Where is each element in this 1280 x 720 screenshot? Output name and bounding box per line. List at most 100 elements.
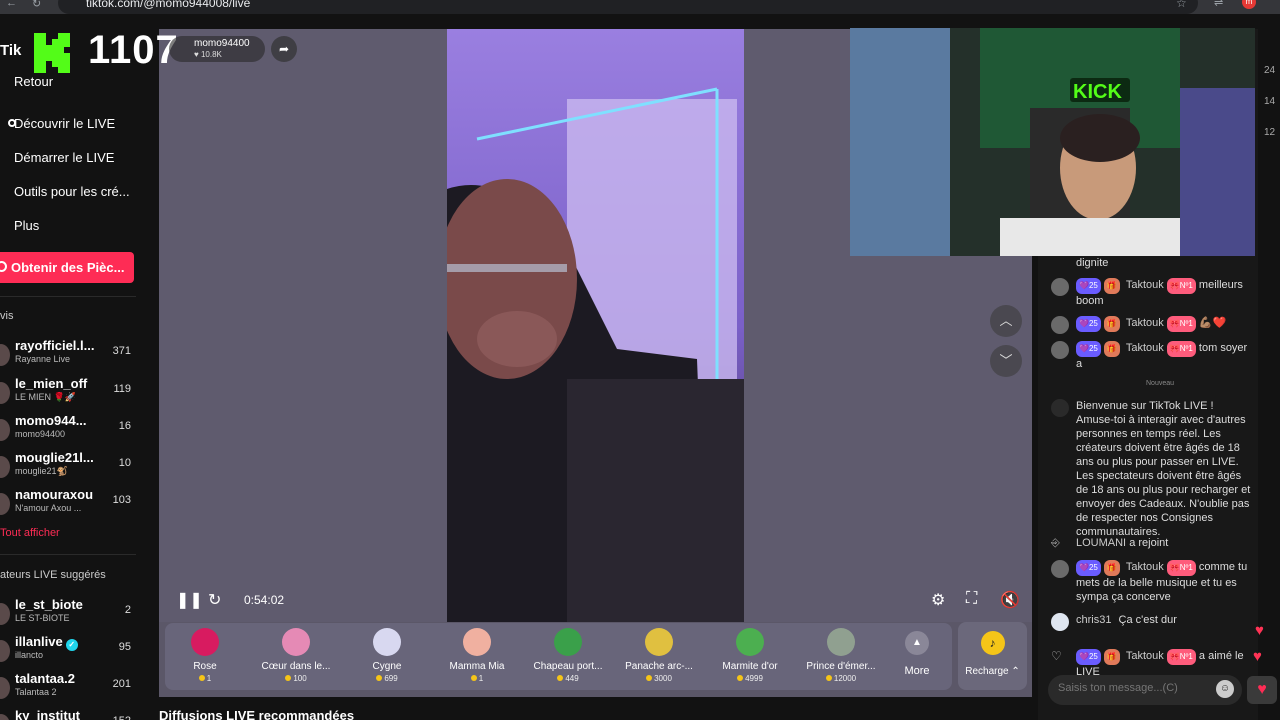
account-name: illanlive ✓ [15,634,78,651]
suggested-account[interactable]: illanlive ✓ illancto 95 [0,634,136,670]
avatar[interactable] [1051,341,1069,359]
followed-account[interactable]: le_mien_off LE MIEN 🌹🚀 119 [0,376,136,412]
reload-icon[interactable]: ↻ [32,0,41,10]
coin-icon: ♪ [980,631,1005,655]
account-nickname: LE ST-BIOTE [15,613,70,623]
gift-item[interactable]: Mamma Mia 1 [433,628,521,683]
show-all-link[interactable]: Tout afficher [0,527,60,539]
gift-item[interactable]: Cœur dans le... 100 [252,628,340,683]
avatar[interactable] [1051,560,1069,578]
suggested-account[interactable]: le_st_biote LE ST-BIOTE 2 [0,597,136,633]
gift-price: 1 [161,674,249,683]
chevron-up-icon: ︿ [999,313,1013,328]
gift-item[interactable]: Chapeau port... 449 [524,628,612,683]
new-messages-divider: Nouveau [1146,380,1175,387]
extension-icon[interactable]: ⇌ [1214,0,1223,9]
avatar[interactable] [1051,316,1069,334]
more-gifts-button[interactable]: ▲ More [902,631,932,677]
gift-item[interactable]: Prince d'émer... 12000 [797,628,885,683]
avatar [0,456,10,478]
followed-account[interactable]: rayofficiel.l... Rayanne Live 371 [0,338,136,374]
side-number: 14 [1264,96,1276,107]
nav-more[interactable]: Plus [14,218,39,233]
nav-retour[interactable]: Retour [14,74,53,89]
host-likes: ♥ 10.8K [194,50,222,59]
heart-icon: ♥ [1257,681,1267,698]
live-icon [8,119,16,127]
chat-username[interactable]: Taktouk [1126,317,1164,329]
floating-heart-icon: ♥ [1253,648,1262,665]
nav-creator-tools[interactable]: Outils pour les cré... [14,184,130,199]
welcome-message: Bienvenue sur TikTok LIVE ! Amuse-toi à … [1051,399,1251,539]
coin-icon [285,675,292,681]
tiktok-logo[interactable]: Tik [0,42,21,59]
share-icon: ➦ [278,42,290,56]
fullscreen-icon[interactable]: ⛶ [966,590,977,608]
divider [0,296,136,297]
url-text[interactable]: tiktok.com/@momo944008/live [86,0,250,10]
pause-icon[interactable]: ❚❚ [176,590,203,610]
gift-item[interactable]: Cygne 699 [343,628,431,683]
chat-username[interactable]: Taktouk [1126,342,1164,354]
gift-item[interactable]: Marmite d'or 4999 [706,628,794,683]
mute-icon[interactable]: 🔇 [1000,590,1020,610]
chat-username[interactable]: LOUMANI [1076,537,1126,549]
share-button[interactable]: ➦ [271,36,297,62]
chat-message[interactable]: 💜25 🎁 Taktouk 🎀Nº1 tom soyer a [1051,341,1251,371]
chat-username[interactable]: Taktouk [1126,279,1164,291]
followed-account[interactable]: mouglie21l... mouglie21🐒 10 [0,450,136,486]
bookmark-star-icon[interactable]: ☆ [1176,0,1187,10]
recharge-button[interactable]: ♪ Recharge ⌃ [958,622,1027,690]
viewer-count: 201 [112,678,131,690]
coin-icon [0,261,7,272]
chat-message[interactable]: 💜25 🎁 Taktouk 🎀Nº1 meilleurs boom [1051,278,1251,308]
avatar[interactable] [1051,278,1069,296]
followed-account[interactable]: namouraxou N'amour Axou ... 103 [0,487,136,523]
refresh-icon[interactable]: ↻ [208,590,221,610]
like-heart-button[interactable]: ♥ [1247,676,1277,704]
nav-discover-live[interactable]: Découvrir le LIVE [8,116,115,131]
settings-icon[interactable]: ⚙ [931,590,945,610]
chat-username[interactable]: chris31 [1076,614,1111,626]
host-name[interactable]: momo94400 [194,38,250,49]
gift-item[interactable]: Rose 1 [161,628,249,683]
gift-price: 3000 [615,674,703,683]
chat-message[interactable]: chris31 Ça c'est dur [1051,613,1251,631]
level-badge: 💜25 [1076,278,1101,294]
avatar [0,677,10,699]
account-name: momo944... [15,413,87,428]
tiktok-icon [1051,399,1069,417]
chat-input-box[interactable] [1048,675,1242,705]
gift-price-value: 12000 [833,674,857,683]
back-arrow-icon[interactable]: ← [6,0,17,9]
chat-message[interactable]: 💜25 🎁 Taktouk 🎀Nº1 💪🏽❤️ [1051,316,1251,334]
chat-text: dignite [1076,257,1109,269]
get-coins-button[interactable]: Obtenir des Pièc... [0,252,134,283]
account-nickname: Talantaa 2 [15,687,57,697]
previous-live-button[interactable]: ︿ [990,305,1022,337]
emoji-icon[interactable]: ☺ [1216,680,1234,698]
profile-avatar[interactable]: m [1242,0,1256,9]
chat-username[interactable]: Taktouk [1126,650,1164,662]
nav-start-live[interactable]: Démarrer le LIVE [14,150,114,165]
sidebar: Tik Retour Découvrir le LIVE Démarrer le… [0,14,158,720]
chat-input[interactable] [1058,682,1208,694]
chat-message[interactable]: 💜25 🎁 Taktouk 🎀Nº1 comme tu mets de la bell… [1051,560,1251,604]
webcam-feed: KICK [850,28,1255,256]
avatar[interactable] [1051,613,1069,631]
gift-icon [191,628,219,656]
live-video-frame[interactable] [447,29,744,622]
followed-account[interactable]: momo944... momo94400 16 [0,413,136,449]
coin-icon [646,675,653,681]
account-name: le_mien_off [15,376,88,391]
next-live-button[interactable]: ﹀ [990,345,1022,377]
avatar [0,640,10,662]
suggested-label: ateurs LIVE suggérés [0,569,106,581]
account-nickname: LE MIEN 🌹🚀 [15,392,76,402]
chat-username[interactable]: Taktouk [1126,561,1164,573]
suggested-account[interactable]: ky_institut 152 [0,708,136,720]
gift-item[interactable]: Panache arc-... 3000 [615,628,703,683]
suggested-account[interactable]: talantaa.2 Talantaa 2 201 [0,671,136,707]
gift-price-value: 100 [293,674,307,683]
following-label: vis [0,310,14,322]
